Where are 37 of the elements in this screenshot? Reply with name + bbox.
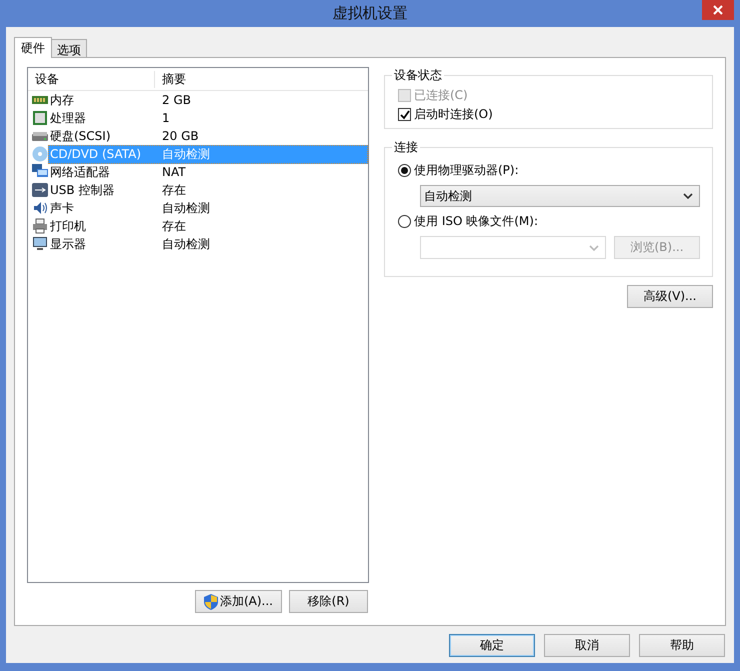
device-row[interactable]: 硬盘(SCSI) 20 GB: [48, 126, 368, 146]
shield-icon: [204, 594, 218, 610]
column-header[interactable]: 设备: [28, 70, 155, 88]
network-icon: [32, 164, 48, 180]
checkmark-icon: [400, 110, 410, 120]
cpu-icon: [32, 110, 48, 126]
device-row[interactable]: 内存 2 GB: [48, 90, 368, 110]
sound-icon: [32, 200, 48, 216]
device-row[interactable]: 显示器 自动检测: [48, 234, 368, 254]
cd-icon: [32, 146, 48, 162]
close-button[interactable]: [702, 0, 734, 20]
printer-icon: [32, 218, 48, 234]
dialog-button[interactable]: 确定: [449, 634, 535, 657]
window-title: 虚拟机设置: [332, 4, 408, 23]
radio-button[interactable]: 使用物理驱动器(P):: [398, 161, 700, 180]
group-title: 连接: [393, 139, 419, 156]
drive-dropdown[interactable]: 自动检测: [420, 185, 700, 207]
list-button[interactable]: 添加(A)...: [195, 590, 282, 613]
group-title: 设备状态: [393, 67, 443, 84]
dialog-button[interactable]: 取消: [544, 634, 630, 657]
checkbox[interactable]: 启动时连接(O): [398, 105, 700, 124]
display-icon: [32, 236, 48, 252]
device-row[interactable]: 处理器 1: [48, 108, 368, 128]
tab[interactable]: 硬件: [14, 37, 52, 58]
column-header[interactable]: 摘要: [155, 70, 186, 88]
caret-icon: [683, 193, 693, 199]
tab[interactable]: 选项: [51, 39, 87, 57]
device-row[interactable]: 声卡 自动检测: [48, 198, 368, 218]
close-icon: [713, 5, 723, 15]
radio-button[interactable]: 使用 ISO 映像文件(M):: [398, 212, 700, 231]
device-row[interactable]: 网络适配器 NAT: [48, 162, 368, 182]
caret-icon: [589, 244, 599, 250]
advanced-button[interactable]: 高级(V)...: [627, 285, 713, 308]
dialog-button[interactable]: 帮助: [639, 634, 725, 657]
device-row[interactable]: 打印机 存在: [48, 216, 368, 236]
list-button[interactable]: 移除(R): [289, 590, 368, 613]
device-row[interactable]: USB 控制器 存在: [48, 180, 368, 200]
